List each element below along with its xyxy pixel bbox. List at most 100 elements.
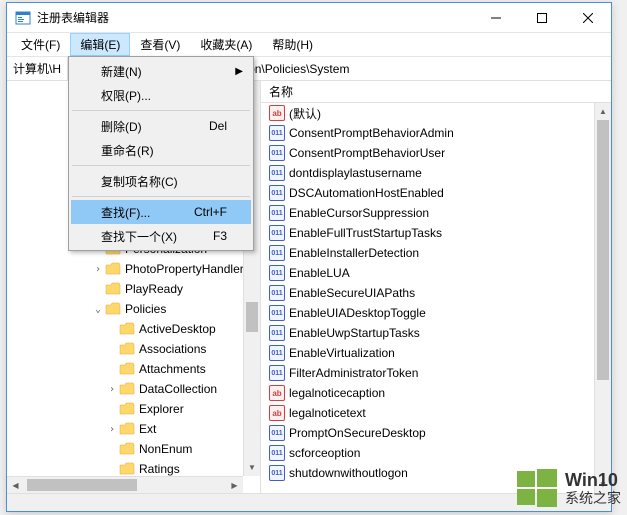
folder-icon xyxy=(119,422,135,436)
scroll-left-icon[interactable]: ◀ xyxy=(7,477,24,493)
tree-item-label: Ext xyxy=(139,422,156,436)
edit-menu-item-9[interactable]: 查找下一个(X)F3 xyxy=(71,224,251,248)
tree-item[interactable]: › Ext xyxy=(7,419,260,439)
value-name: ConsentPromptBehaviorUser xyxy=(289,146,445,160)
folder-icon xyxy=(119,402,135,416)
edit-menu-item-4[interactable]: 重命名(R) xyxy=(71,138,251,162)
menu-item-label: 删除(D) xyxy=(101,118,142,135)
value-name: shutdownwithoutlogon xyxy=(289,466,408,480)
tree-item-label: Attachments xyxy=(139,362,206,376)
value-name: legalnoticecaption xyxy=(289,386,385,400)
list-column-header[interactable]: 名称 xyxy=(261,81,611,103)
minimize-button[interactable] xyxy=(473,3,519,33)
tree-item[interactable]: ›PhotoPropertyHandler xyxy=(7,259,260,279)
edit-menu-item-8[interactable]: 查找(F)...Ctrl+F xyxy=(71,200,251,224)
scrollbar-thumb[interactable] xyxy=(27,479,137,491)
value-name: FilterAdministratorToken xyxy=(289,366,418,380)
menu-item-label: 新建(N) xyxy=(101,63,142,80)
value-name: EnableVirtualization xyxy=(289,346,395,360)
dword-value-icon: 011 xyxy=(269,345,285,361)
edit-menu-item-1[interactable]: 权限(P)... xyxy=(71,83,251,107)
list-item[interactable]: 011 ConsentPromptBehaviorAdmin xyxy=(261,123,594,143)
dword-value-icon: 011 xyxy=(269,165,285,181)
list-item[interactable]: 011EnableCursorSuppression xyxy=(261,203,594,223)
tree-item[interactable]: Explorer xyxy=(7,399,260,419)
list-item[interactable]: 011EnableLUA xyxy=(261,263,594,283)
tree-item[interactable]: ActiveDesktop xyxy=(7,319,260,339)
menu-separator xyxy=(72,196,250,197)
value-name: scforceoption xyxy=(289,446,360,460)
menu-item-2[interactable]: 查看(V) xyxy=(130,33,190,56)
close-button[interactable] xyxy=(565,3,611,33)
expand-icon[interactable]: › xyxy=(105,424,119,435)
menu-item-1[interactable]: 编辑(E) xyxy=(70,33,130,56)
folder-icon xyxy=(105,262,121,276)
list-item[interactable]: 011 EnableVirtualization xyxy=(261,343,594,363)
watermark-text: Win10 系统之家 xyxy=(565,471,621,506)
string-value-icon: ab xyxy=(269,385,285,401)
list-item[interactable]: ab(默认) xyxy=(261,103,594,123)
tree-item[interactable]: PlayReady xyxy=(7,279,260,299)
scroll-right-icon[interactable]: ▶ xyxy=(226,477,243,493)
expand-icon[interactable]: › xyxy=(91,264,105,275)
tree-item-label: DataCollection xyxy=(139,382,217,396)
folder-icon xyxy=(119,462,135,476)
string-value-icon: ab xyxy=(269,405,285,421)
list-item[interactable]: ablegalnoticetext xyxy=(261,403,594,423)
menu-item-4[interactable]: 帮助(H) xyxy=(262,33,323,56)
tree-item[interactable]: ⌄Policies xyxy=(7,299,260,319)
tree-item[interactable]: Associations xyxy=(7,339,260,359)
folder-icon xyxy=(119,342,135,356)
list-item[interactable]: 011 PromptOnSecureDesktop xyxy=(261,423,594,443)
value-name: EnableUIADesktopToggle xyxy=(289,306,426,320)
edit-menu-item-6[interactable]: 复制项名称(C) xyxy=(71,169,251,193)
list-vertical-scrollbar[interactable]: ▲ ▼ xyxy=(594,103,611,493)
dword-value-icon: 011 xyxy=(269,465,285,481)
edit-menu-item-3[interactable]: 删除(D) Del xyxy=(71,114,251,138)
list-item[interactable]: 011EnableFullTrustStartupTasks xyxy=(261,223,594,243)
watermark-line2: 系统之家 xyxy=(565,491,621,506)
folder-icon xyxy=(119,442,135,456)
menu-shortcut: Del xyxy=(209,119,227,133)
scroll-down-icon[interactable]: ▼ xyxy=(244,459,260,476)
list-item[interactable]: 011scforceoption xyxy=(261,443,594,463)
menu-item-0[interactable]: 文件(F) xyxy=(11,33,70,56)
string-value-icon: ab xyxy=(269,105,285,121)
tree-item[interactable]: › DataCollection xyxy=(7,379,260,399)
list-item[interactable]: 011EnableInstallerDetection xyxy=(261,243,594,263)
dword-value-icon: 011 xyxy=(269,205,285,221)
dword-value-icon: 011 xyxy=(269,365,285,381)
tree-item[interactable]: NonEnum xyxy=(7,439,260,459)
tree-horizontal-scrollbar[interactable]: ◀ ▶ xyxy=(7,476,243,493)
list-item[interactable]: 011dontdisplaylastusername xyxy=(261,163,594,183)
collapse-icon[interactable]: ⌄ xyxy=(91,304,105,315)
list-item[interactable]: 011DSCAutomationHostEnabled xyxy=(261,183,594,203)
value-name: ConsentPromptBehaviorAdmin xyxy=(289,126,454,140)
list-pane: 名称 ab(默认)011ConsentPromptBehaviorAdmin01… xyxy=(261,81,611,493)
maximize-button[interactable] xyxy=(519,3,565,33)
folder-icon xyxy=(119,322,135,336)
scroll-up-icon[interactable]: ▲ xyxy=(595,103,611,120)
dword-value-icon: 011 xyxy=(269,285,285,301)
scrollbar-thumb[interactable] xyxy=(597,120,609,380)
list-item[interactable]: 011EnableUIADesktopToggle xyxy=(261,303,594,323)
list-item[interactable]: ab legalnoticecaption xyxy=(261,383,594,403)
list-item[interactable]: 011 FilterAdministratorToken xyxy=(261,363,594,383)
expand-icon[interactable]: › xyxy=(105,384,119,395)
menu-item-3[interactable]: 收藏夹(A) xyxy=(190,33,262,56)
list-item[interactable]: 011EnableUwpStartupTasks xyxy=(261,323,594,343)
menu-separator xyxy=(72,165,250,166)
list-item[interactable]: 011ConsentPromptBehaviorUser xyxy=(261,143,594,163)
dword-value-icon: 011 xyxy=(269,125,285,141)
list-item[interactable]: 011EnableSecureUIAPaths xyxy=(261,283,594,303)
menu-shortcut: Ctrl+F xyxy=(194,205,227,219)
scrollbar-thumb[interactable] xyxy=(246,302,258,332)
folder-icon xyxy=(105,282,121,296)
folder-icon xyxy=(119,362,135,376)
menu-item-label: 查找下一个(X) xyxy=(101,228,177,245)
edit-menu-item-0[interactable]: 新建(N)▶ xyxy=(71,59,251,83)
menu-item-label: 复制项名称(C) xyxy=(101,173,178,190)
tree-item[interactable]: Attachments xyxy=(7,359,260,379)
value-name: PromptOnSecureDesktop xyxy=(289,426,426,440)
dword-value-icon: 011 xyxy=(269,425,285,441)
